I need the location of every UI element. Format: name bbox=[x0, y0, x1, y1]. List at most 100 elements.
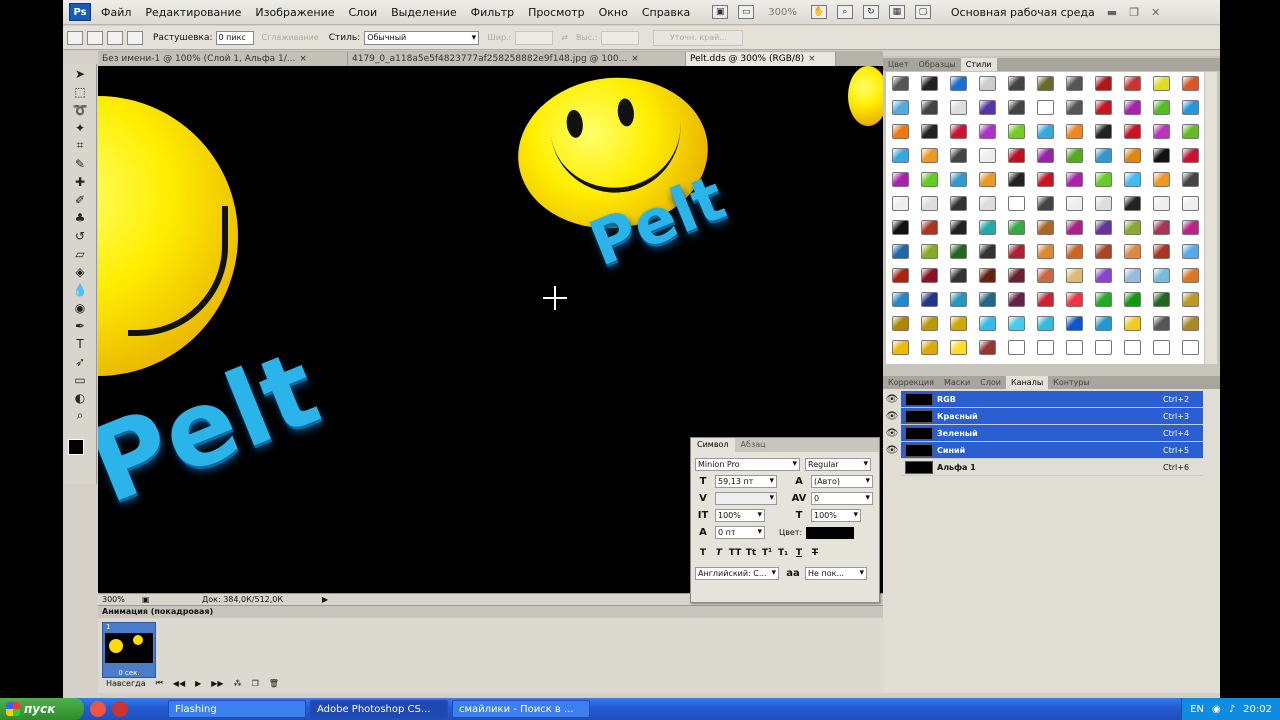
eye-icon[interactable]: 👁 bbox=[883, 424, 901, 442]
style-swatch[interactable] bbox=[892, 172, 909, 187]
tab-close-icon[interactable]: × bbox=[808, 54, 816, 64]
tab-pelt[interactable]: Pelt.dds @ 300% (RGB/8) × bbox=[686, 52, 836, 66]
language-select[interactable]: Английский: С... bbox=[695, 567, 779, 580]
prev-frame-icon[interactable]: ◀◀ bbox=[173, 679, 185, 688]
style-swatch[interactable] bbox=[1153, 292, 1170, 307]
zoom-level[interactable]: 300% bbox=[768, 7, 797, 18]
baseline-shift-input[interactable]: 0 пт bbox=[715, 526, 765, 539]
tab-adjustments[interactable]: Коррекция bbox=[883, 376, 939, 389]
add-selection-icon[interactable] bbox=[107, 30, 123, 45]
style-swatch[interactable] bbox=[892, 124, 909, 139]
style-swatch[interactable] bbox=[1037, 244, 1054, 259]
style-swatch[interactable] bbox=[1095, 316, 1112, 331]
tab-swatches[interactable]: Образцы bbox=[914, 58, 961, 71]
style-swatch[interactable] bbox=[1182, 124, 1199, 139]
style-swatch[interactable] bbox=[892, 316, 909, 331]
style-swatch[interactable] bbox=[892, 76, 909, 91]
menu-select[interactable]: Выделение bbox=[391, 6, 457, 19]
faux-bold-icon[interactable]: T bbox=[695, 548, 711, 558]
style-swatch[interactable] bbox=[950, 316, 967, 331]
underline-icon[interactable]: T bbox=[791, 548, 807, 558]
tab-layers[interactable]: Слои bbox=[975, 376, 1006, 389]
style-swatch[interactable] bbox=[1182, 100, 1199, 115]
menu-image[interactable]: Изображение bbox=[255, 6, 334, 19]
style-swatch[interactable] bbox=[1095, 220, 1112, 235]
style-swatch[interactable] bbox=[1124, 292, 1141, 307]
move-tool-icon[interactable]: ➤ bbox=[69, 65, 91, 82]
menu-edit[interactable]: Редактирование bbox=[145, 6, 241, 19]
height-input[interactable] bbox=[601, 30, 640, 45]
minimize-icon[interactable]: ▬ bbox=[1107, 6, 1117, 19]
style-swatch[interactable] bbox=[1066, 196, 1083, 211]
status-zoom[interactable]: 300% bbox=[102, 595, 142, 604]
style-swatch[interactable] bbox=[1037, 148, 1054, 163]
foreground-color-swatch[interactable] bbox=[68, 439, 84, 455]
style-swatch[interactable] bbox=[1037, 268, 1054, 283]
menu-window[interactable]: Окно bbox=[599, 6, 628, 19]
tab-paths[interactable]: Контуры bbox=[1048, 376, 1095, 389]
superscript-icon[interactable]: T¹ bbox=[759, 548, 775, 558]
style-swatch[interactable] bbox=[1153, 316, 1170, 331]
style-swatch[interactable] bbox=[950, 196, 967, 211]
style-swatch[interactable] bbox=[979, 196, 996, 211]
menu-filter[interactable]: Фильтр bbox=[471, 6, 515, 19]
task-photoshop[interactable]: Adobe Photoshop CS... bbox=[310, 700, 448, 718]
eye-icon[interactable]: 👁 bbox=[883, 441, 901, 459]
style-swatch[interactable] bbox=[979, 100, 996, 115]
style-swatch[interactable] bbox=[892, 268, 909, 283]
style-swatch[interactable] bbox=[1153, 340, 1170, 355]
style-swatch[interactable] bbox=[1153, 148, 1170, 163]
style-swatch[interactable] bbox=[950, 76, 967, 91]
volume-icon[interactable]: ♪ bbox=[1229, 704, 1235, 715]
bridge-icon[interactable]: ▣ bbox=[712, 5, 729, 19]
style-swatch[interactable] bbox=[1037, 76, 1054, 91]
tab-character[interactable]: Символ bbox=[691, 438, 735, 452]
font-family-select[interactable]: Minion Pro bbox=[695, 458, 800, 471]
style-swatch[interactable] bbox=[1066, 220, 1083, 235]
style-swatch[interactable] bbox=[1037, 172, 1054, 187]
workspace-switcher[interactable]: Основная рабочая среда bbox=[951, 6, 1095, 19]
channel-row-blue[interactable]: 👁 Синий Ctrl+5 bbox=[883, 441, 1203, 459]
style-swatch[interactable] bbox=[1008, 172, 1025, 187]
font-size-input[interactable]: 59,13 пт bbox=[715, 475, 777, 488]
style-swatch[interactable] bbox=[1008, 100, 1025, 115]
refine-edge-button[interactable]: Уточн. край... bbox=[653, 29, 744, 46]
close-icon[interactable]: ✕ bbox=[1151, 6, 1160, 19]
style-swatch[interactable] bbox=[979, 340, 996, 355]
menu-view[interactable]: Просмотр bbox=[528, 6, 584, 19]
style-swatch[interactable] bbox=[979, 292, 996, 307]
style-swatch[interactable] bbox=[1095, 76, 1112, 91]
zoom-icon[interactable]: ⌕ bbox=[69, 407, 91, 424]
style-swatch[interactable] bbox=[1153, 76, 1170, 91]
style-swatch[interactable] bbox=[1153, 100, 1170, 115]
style-swatch[interactable] bbox=[1182, 172, 1199, 187]
style-swatch[interactable] bbox=[1182, 316, 1199, 331]
style-swatch[interactable] bbox=[1066, 340, 1083, 355]
horizontal-scale-input[interactable]: 100% bbox=[811, 509, 861, 522]
style-swatch[interactable] bbox=[1095, 148, 1112, 163]
style-swatch[interactable] bbox=[979, 148, 996, 163]
style-swatch[interactable] bbox=[1153, 124, 1170, 139]
style-swatch[interactable] bbox=[1095, 244, 1112, 259]
style-swatch[interactable] bbox=[1182, 148, 1199, 163]
paint-bucket-icon[interactable]: ◈ bbox=[69, 263, 91, 280]
style-swatch[interactable] bbox=[1066, 316, 1083, 331]
menu-file[interactable]: Файл bbox=[101, 6, 131, 19]
font-style-select[interactable]: Regular bbox=[805, 458, 871, 471]
style-swatch[interactable] bbox=[1153, 196, 1170, 211]
style-swatch[interactable] bbox=[1066, 100, 1083, 115]
style-swatch[interactable] bbox=[1182, 340, 1199, 355]
style-swatch[interactable] bbox=[1124, 340, 1141, 355]
style-swatch[interactable] bbox=[892, 196, 909, 211]
screen-mode-icon[interactable]: ▭ bbox=[738, 5, 755, 19]
style-swatch[interactable] bbox=[950, 100, 967, 115]
style-swatch[interactable] bbox=[892, 148, 909, 163]
screen-icon[interactable]: ▢ bbox=[914, 5, 931, 19]
channel-row-rgb[interactable]: 👁 RGB Ctrl+2 bbox=[883, 390, 1203, 408]
hand-tool-icon[interactable]: ✋ bbox=[810, 5, 827, 19]
channel-row-green[interactable]: 👁 Зеленый Ctrl+4 bbox=[883, 424, 1203, 442]
style-swatch[interactable] bbox=[921, 124, 938, 139]
antialias-select[interactable]: Не пок... bbox=[805, 567, 867, 580]
style-swatch[interactable] bbox=[950, 124, 967, 139]
tab-untitled[interactable]: Без имени-1 @ 100% (Слой 1, Альфа 1/... × bbox=[98, 52, 348, 66]
